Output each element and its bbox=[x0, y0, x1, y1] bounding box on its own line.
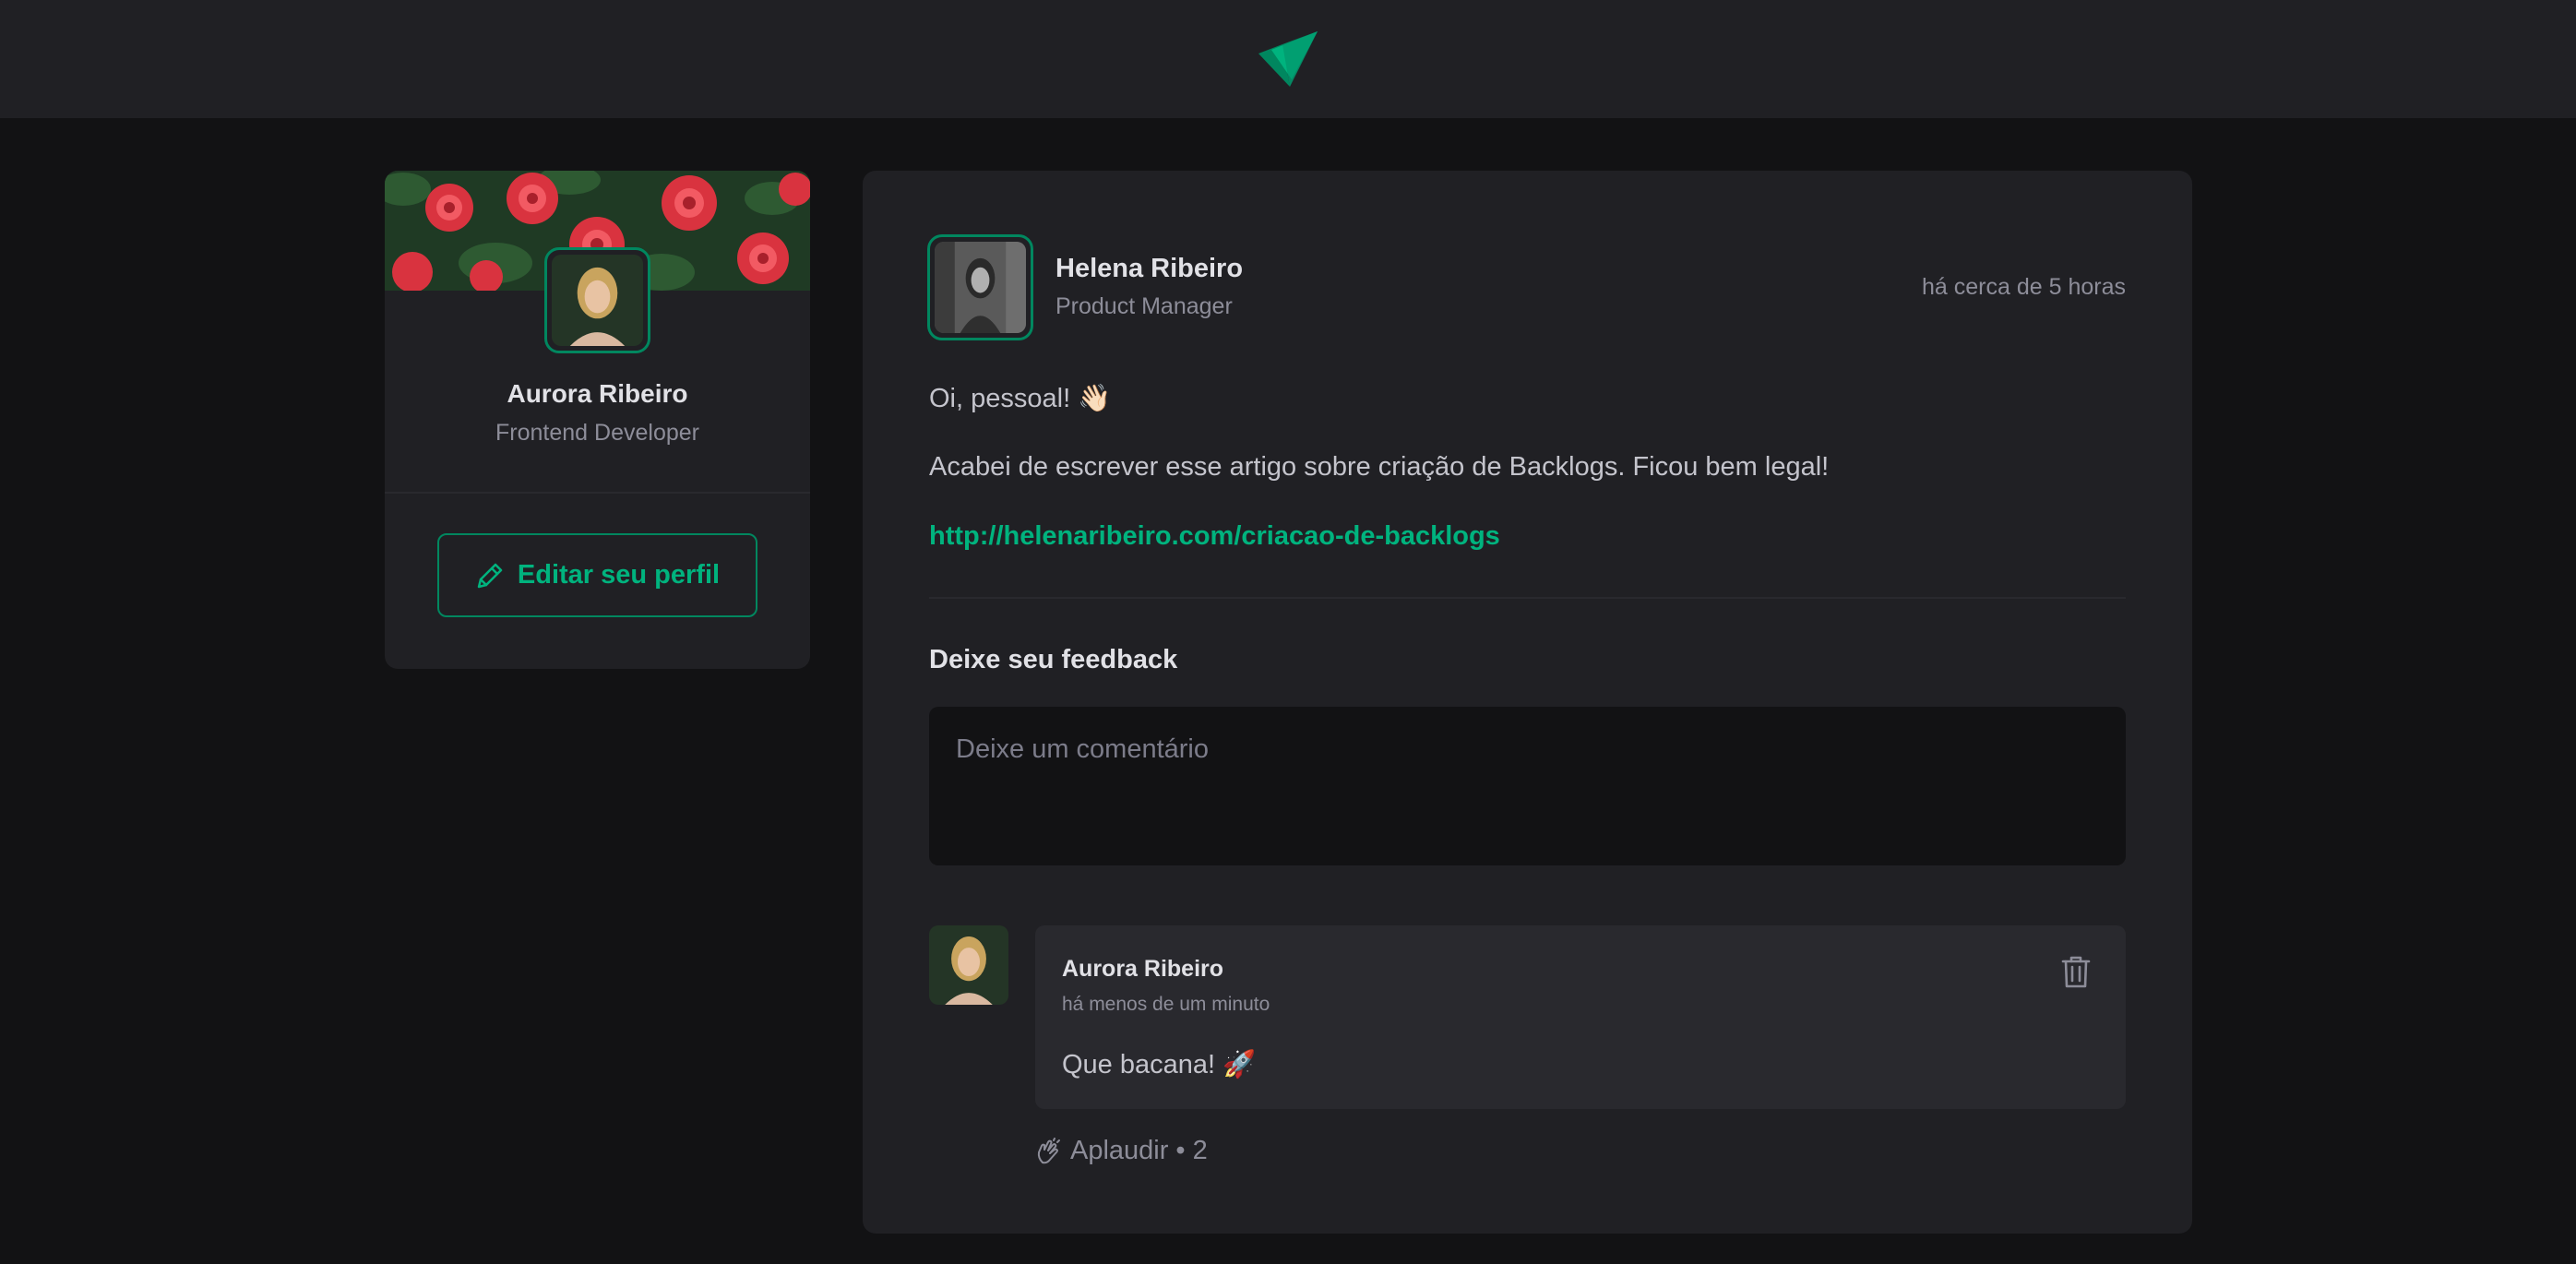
profile-role: Frontend Developer bbox=[495, 420, 699, 446]
author-name: Helena Ribeiro bbox=[1055, 254, 1244, 283]
applaud-label: Aplaudir bbox=[1070, 1136, 1169, 1165]
avatar[interactable] bbox=[544, 247, 650, 353]
pencil-icon bbox=[477, 563, 503, 588]
delete-comment-button[interactable] bbox=[2059, 953, 2093, 990]
trash-icon bbox=[2061, 956, 2091, 988]
feedback-title: Deixe seu feedback bbox=[929, 645, 1178, 674]
post-timestamp: há cerca de 5 horas bbox=[1922, 274, 2126, 300]
post-greeting: Oi, pessoal! 👋🏻 bbox=[929, 384, 1112, 413]
applaud-button[interactable]: Aplaudir • 2 bbox=[1035, 1136, 1208, 1166]
author-avatar[interactable] bbox=[927, 234, 1033, 340]
comment-avatar[interactable] bbox=[929, 925, 1008, 1005]
app-header bbox=[0, 0, 2576, 118]
clapping-hands-icon bbox=[1037, 1137, 1060, 1163]
author-role: Product Manager bbox=[1055, 293, 1233, 319]
comment-author: Aurora Ribeiro bbox=[1062, 956, 1224, 982]
post-body: Acabei de escrever esse artigo sobre cri… bbox=[929, 452, 1830, 482]
edit-profile-label: Editar seu perfil bbox=[517, 560, 721, 590]
comment-input[interactable] bbox=[929, 707, 2126, 865]
profile-name: Aurora Ribeiro bbox=[507, 379, 688, 408]
profile-sidebar: Aurora Ribeiro Frontend Developer Editar… bbox=[385, 171, 810, 669]
applaud-separator: • bbox=[1175, 1136, 1186, 1165]
edit-profile-button[interactable]: Editar seu perfil bbox=[437, 533, 757, 617]
divider bbox=[385, 492, 810, 494]
ignite-feed-logo-icon bbox=[1258, 31, 1318, 87]
post-link[interactable]: http://helenaribeiro.com/criacao-de-back… bbox=[929, 521, 1500, 552]
post-card: Helena Ribeiro Product Manager há cerca … bbox=[863, 171, 2192, 1234]
divider bbox=[929, 597, 2126, 599]
applaud-count: 2 bbox=[1192, 1136, 1208, 1165]
comment-text: Que bacana! 🚀 bbox=[1062, 1050, 1257, 1079]
comment-box: Aurora Ribeiro há menos de um minuto Que… bbox=[1035, 925, 2126, 1109]
comment-timestamp: há menos de um minuto bbox=[1062, 994, 1270, 1015]
